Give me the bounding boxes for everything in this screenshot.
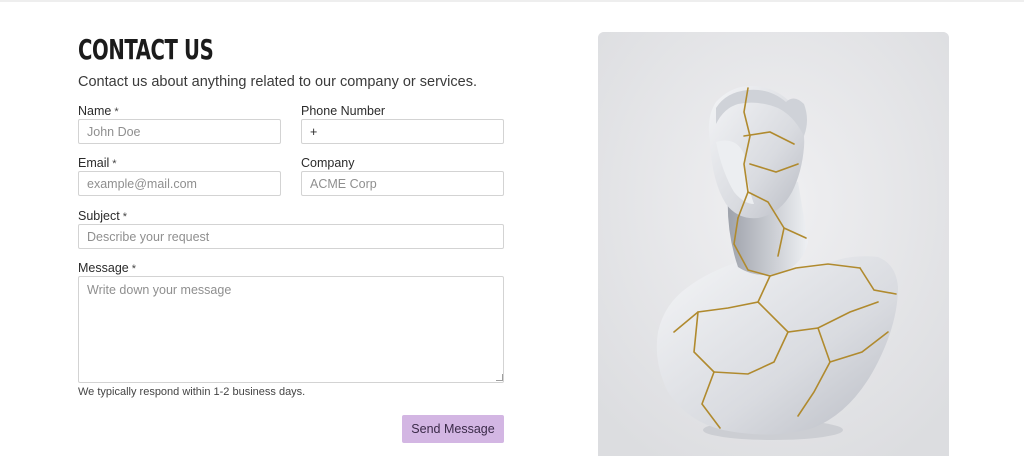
name-label: Name * <box>78 103 119 120</box>
bust-illustration <box>598 32 949 456</box>
page-subtitle: Contact us about anything related to our… <box>78 74 477 90</box>
phone-label-text: Phone Number <box>301 104 386 118</box>
phone-label: Phone Number <box>301 103 385 119</box>
phone-input[interactable] <box>301 119 504 144</box>
message-textarea[interactable] <box>78 276 504 383</box>
email-label-text: Email <box>78 156 110 170</box>
textarea-resize-handle[interactable] <box>496 374 503 381</box>
subject-label: Subject * <box>78 208 127 225</box>
name-label-text: Name <box>78 104 112 118</box>
response-time-note: We typically respond within 1-2 business… <box>78 386 306 398</box>
message-label-text: Message <box>78 261 129 275</box>
subject-required-mark: * <box>122 211 127 223</box>
email-required-mark: * <box>112 158 117 170</box>
name-required-mark: * <box>114 106 119 118</box>
email-input[interactable] <box>78 171 281 196</box>
email-label: Email * <box>78 155 117 172</box>
send-message-button[interactable]: Send Message <box>402 415 504 443</box>
kintsugi-bust-image <box>598 32 949 456</box>
message-required-mark: * <box>131 263 137 275</box>
company-label: Company <box>301 155 355 171</box>
message-label: Message * <box>78 260 136 277</box>
company-label-text: Company <box>301 156 355 170</box>
subject-input[interactable] <box>78 224 504 249</box>
name-input[interactable] <box>78 119 281 144</box>
page-title: CONTACT US <box>78 33 214 66</box>
subject-label-text: Subject <box>78 209 120 223</box>
company-input[interactable] <box>301 171 504 196</box>
top-divider <box>0 0 1024 2</box>
